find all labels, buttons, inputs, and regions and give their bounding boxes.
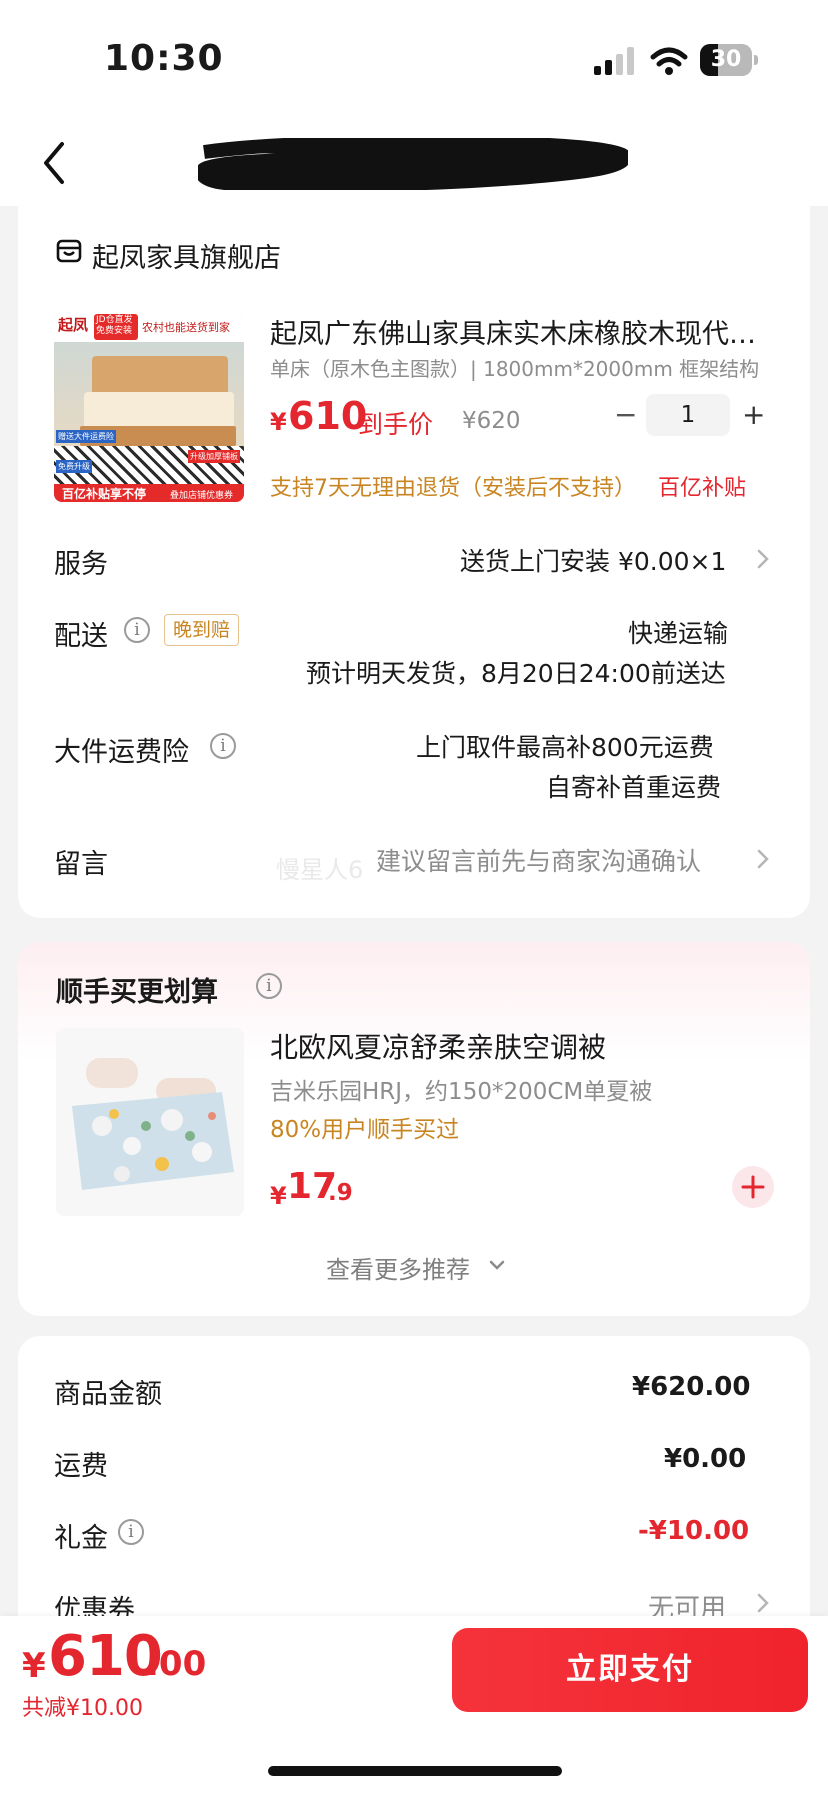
cellular-signal-icon <box>594 47 634 75</box>
product-price: 610 <box>288 394 368 438</box>
goods-amount-value: ¥620.00 <box>632 1372 751 1402</box>
image-footer: 百亿补贴享不停 <box>62 487 147 501</box>
wifi-icon <box>650 47 688 75</box>
total-int: 610 <box>48 1624 163 1689</box>
saved-amount: 共减¥10.00 <box>22 1696 143 1721</box>
image-badge: JD仓直发 免费安装 <box>96 315 133 336</box>
quantity-input[interactable]: 1 <box>646 394 730 436</box>
image-tag1: 赠送大件运费险 <box>56 430 116 443</box>
gift-label: 礼金 <box>54 1523 108 1554</box>
product-image[interactable]: 起凤 JD仓直发 免费安装 农村也能送货到家 赠送大件运费险 免费升级 升级加厚… <box>54 312 244 502</box>
back-chevron-icon[interactable] <box>40 140 70 186</box>
service-chevron-icon[interactable] <box>756 548 770 570</box>
status-time: 10:30 <box>104 38 224 79</box>
insurance-info-icon[interactable]: i <box>210 733 236 759</box>
battery-level: 30 <box>710 47 742 72</box>
chevron-down-icon[interactable] <box>488 1258 506 1272</box>
store-icon <box>56 239 82 263</box>
insurance-value-1: 上门取件最高补800元运费 <box>416 733 714 762</box>
quantity-plus-button[interactable]: + <box>742 398 765 431</box>
message-input[interactable]: 建议留言前先与商家沟通确认 <box>376 842 701 878</box>
addon-info-icon[interactable]: i <box>256 973 282 999</box>
home-indicator <box>268 1766 562 1776</box>
product-title[interactable]: 起凤广东佛山家具床实木床橡胶木现代… <box>270 312 756 351</box>
addon-social-proof: 80%用户顺手买过 <box>270 1117 460 1143</box>
addon-title: 顺手买更划算 <box>56 977 218 1008</box>
gift-value: -¥10.00 <box>638 1516 750 1546</box>
quilt-illustration <box>72 1092 234 1190</box>
late-compensation-badge: 晚到赔 <box>164 614 240 646</box>
pay-now-button[interactable]: 立即支付 <box>452 1628 808 1712</box>
original-price: ¥620 <box>462 408 521 434</box>
addon-price-symbol: ¥ <box>270 1182 287 1210</box>
see-more-link[interactable]: 查看更多推荐 <box>326 1250 470 1285</box>
delivery-estimate[interactable]: 预计明天发货，8月20日24:00前送达 <box>306 654 726 690</box>
gift-info-icon[interactable]: i <box>118 1519 144 1545</box>
shop-name[interactable]: 起凤家具旗舰店 <box>92 236 281 275</box>
price-symbol: ¥ <box>270 408 287 436</box>
image-footer2: 叠加店铺优惠券 <box>170 491 234 501</box>
price-tag: 到手价 <box>358 410 434 439</box>
service-value[interactable]: 送货上门安装 ¥0.00×1 <box>460 542 726 578</box>
goods-amount-label: 商品金额 <box>54 1379 162 1410</box>
insurance-label: 大件运费险 <box>54 737 189 768</box>
addon-price-dec: .9 <box>328 1180 353 1206</box>
product-spec[interactable]: 单床（原木色主图款）| 1800mm*2000mm 框架结构 <box>270 353 759 382</box>
battery-icon: 30 <box>700 44 758 76</box>
message-chevron-icon[interactable] <box>756 848 770 870</box>
total-dec: .00 <box>146 1644 207 1684</box>
redacted-address <box>198 138 628 190</box>
addon-product-image[interactable] <box>56 1028 244 1216</box>
image-banner: 农村也能送货到家 <box>142 321 230 334</box>
subsidy-tag: 百亿补贴 <box>658 476 747 501</box>
addon-item-spec[interactable]: 吉米乐园HRJ，约150*200CM单夏被 <box>270 1072 652 1106</box>
service-label: 服务 <box>54 549 108 580</box>
addon-add-button[interactable] <box>732 1166 774 1208</box>
delivery-label: 配送 <box>54 621 108 652</box>
image-tag3: 升级加厚铺板 <box>188 450 240 463</box>
return-policy: 支持7天无理由退货（安装后不支持） <box>270 476 636 501</box>
freight-label: 运费 <box>54 1451 108 1482</box>
addon-item-title[interactable]: 北欧风夏凉舒柔亲肤空调被 <box>270 1026 606 1066</box>
total-symbol: ¥ <box>22 1646 46 1686</box>
insurance-value-2: 自寄补首重运费 <box>546 773 722 802</box>
message-ghost-text: 慢星人6 <box>276 856 364 884</box>
quantity-minus-button[interactable]: − <box>614 398 637 431</box>
plus-icon <box>741 1175 765 1199</box>
freight-value: ¥0.00 <box>664 1444 747 1474</box>
delivery-method[interactable]: 快递运输 <box>628 614 728 650</box>
coupon-chevron-icon[interactable] <box>756 1592 770 1614</box>
image-brand: 起凤 <box>58 316 89 334</box>
message-label: 留言 <box>54 849 108 880</box>
image-tag2: 免费升级 <box>56 460 92 473</box>
delivery-info-icon[interactable]: i <box>124 617 150 643</box>
